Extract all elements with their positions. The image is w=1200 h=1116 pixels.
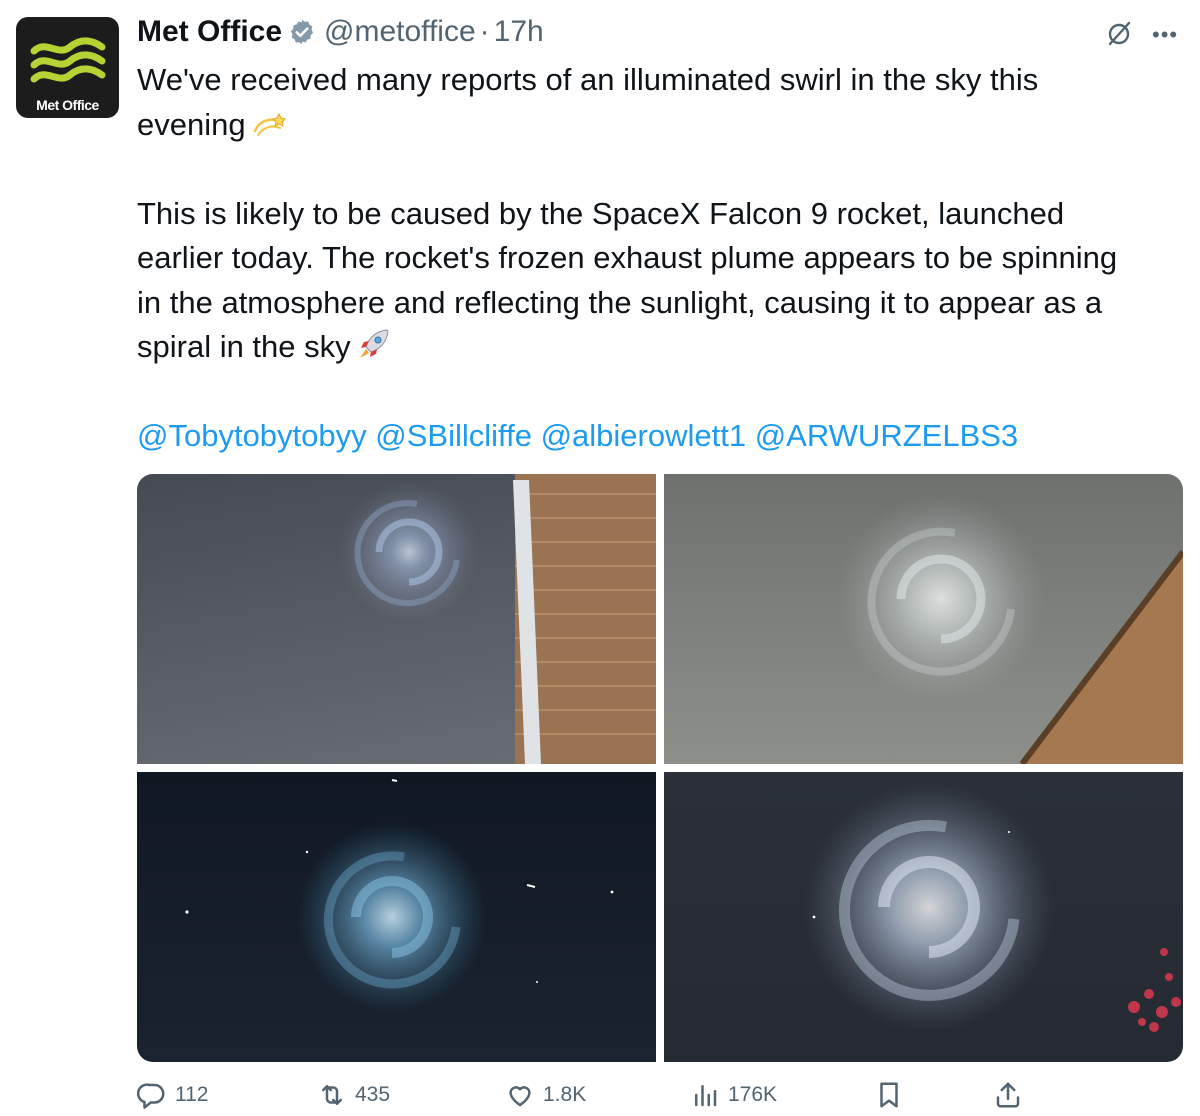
- like-count: 1.8K: [543, 1083, 587, 1106]
- views-button[interactable]: 176K: [690, 1080, 777, 1110]
- avatar-label: Met Office: [36, 97, 99, 113]
- mention-link[interactable]: @Tobytobytobyy: [137, 418, 367, 453]
- views-chart-icon: [695, 1085, 717, 1107]
- tweet-header: Met Office @metoffice · 17h: [137, 12, 544, 52]
- heart-icon: [509, 1086, 531, 1107]
- timestamp[interactable]: 17h: [494, 15, 544, 49]
- retweet-count: 435: [355, 1083, 391, 1106]
- avatar[interactable]: Met Office: [16, 17, 119, 118]
- mentions: @Tobytobytobyy @SBillcliffe @albierowlet…: [137, 414, 1187, 459]
- tweet-line: spiral in the sky: [137, 325, 1187, 370]
- tweet-line-text: spiral in the sky: [137, 329, 351, 364]
- photo-1[interactable]: [137, 474, 656, 764]
- tweet-line: evening: [137, 103, 1187, 148]
- reply-button[interactable]: 112: [137, 1080, 208, 1110]
- tweet-line-text: evening: [137, 106, 246, 142]
- reply-count: 112: [175, 1083, 209, 1106]
- separator: ·: [479, 15, 490, 48]
- tweet-text: We've received many reports of an illumi…: [137, 58, 1187, 459]
- reply-icon: [137, 1083, 165, 1109]
- share-button[interactable]: [993, 1080, 1031, 1110]
- mention-link[interactable]: @albierowlett1: [541, 418, 747, 453]
- tweet-line: earlier today. The rocket's frozen exhau…: [137, 240, 1118, 275]
- retweet-icon: [322, 1085, 342, 1105]
- bookmark-icon: [880, 1082, 898, 1108]
- photo-3[interactable]: [137, 772, 656, 1062]
- display-name[interactable]: Met Office: [137, 15, 282, 49]
- rocket-emoji-icon: [359, 329, 389, 358]
- like-button[interactable]: 1.8K: [505, 1080, 586, 1110]
- mention-link[interactable]: @ARWURZELBS3: [755, 418, 1018, 453]
- tweet-line: This is likely to be caused by the Space…: [137, 195, 1065, 231]
- photo-2[interactable]: [664, 474, 1183, 764]
- photo-4[interactable]: [664, 772, 1183, 1062]
- mention-link[interactable]: @SBillcliffe: [375, 418, 532, 453]
- action-bar: 112 435 1.8K 176K: [137, 1080, 1183, 1116]
- share-icon: [996, 1082, 1020, 1108]
- bookmark-button[interactable]: [874, 1080, 912, 1110]
- verified-badge-icon: [290, 19, 314, 45]
- tweet-line: We've received many reports of an illumi…: [137, 62, 1039, 97]
- handle[interactable]: @metoffice: [324, 15, 476, 49]
- more-options-icon[interactable]: •••: [1152, 22, 1178, 48]
- tweet-line: in the atmosphere and reflecting the sun…: [137, 284, 1103, 320]
- dizzy-emoji-icon: [253, 112, 286, 136]
- grok-icon[interactable]: [1104, 18, 1134, 48]
- retweet-button[interactable]: 435: [317, 1080, 390, 1110]
- views-count: 176K: [728, 1083, 778, 1106]
- media-grid: [137, 474, 1183, 1062]
